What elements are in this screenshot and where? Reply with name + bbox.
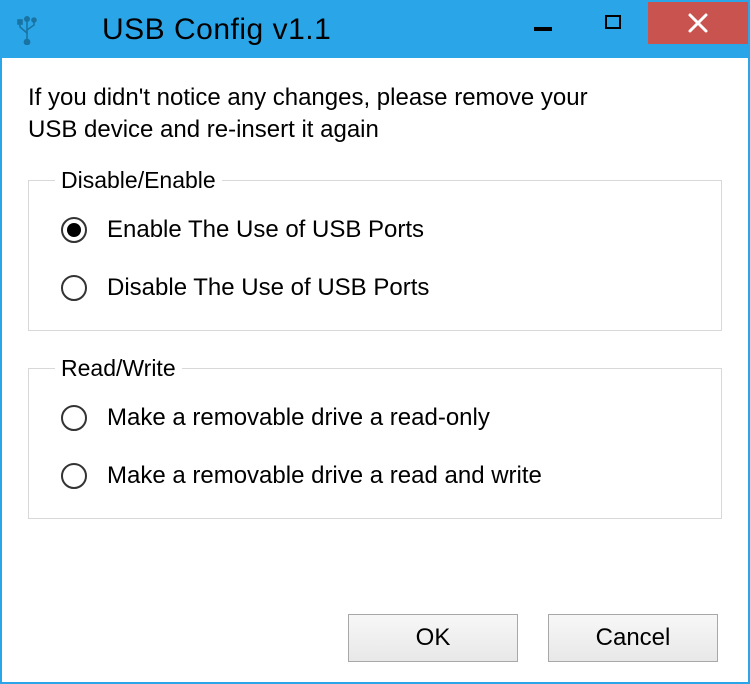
radio-read-write[interactable]: Make a removable drive a read and write — [47, 452, 703, 500]
window-title: USB Config v1.1 — [102, 13, 331, 47]
group-read-write-legend: Read/Write — [55, 355, 182, 382]
group-disable-enable: Disable/Enable Enable The Use of USB Por… — [28, 167, 722, 331]
radio-label: Enable The Use of USB Ports — [107, 216, 424, 244]
radio-label: Disable The Use of USB Ports — [107, 274, 429, 302]
radio-icon — [61, 405, 87, 431]
cancel-button[interactable]: Cancel — [548, 614, 718, 662]
window-controls — [508, 2, 748, 42]
info-text: If you didn't notice any changes, please… — [28, 82, 638, 147]
client-area: If you didn't notice any changes, please… — [2, 58, 748, 682]
maximize-icon — [605, 15, 621, 29]
dialog-buttons: OK Cancel — [28, 614, 722, 662]
radio-icon — [61, 217, 87, 243]
app-window: USB Config v1.1 If you didn't notice any… — [0, 0, 750, 684]
radio-icon — [61, 275, 87, 301]
radio-enable-usb[interactable]: Enable The Use of USB Ports — [47, 206, 703, 254]
minimize-button[interactable] — [508, 2, 578, 42]
minimize-icon — [534, 27, 552, 31]
titlebar[interactable]: USB Config v1.1 — [2, 2, 748, 58]
group-read-write: Read/Write Make a removable drive a read… — [28, 355, 722, 519]
radio-read-only[interactable]: Make a removable drive a read-only — [47, 394, 703, 442]
ok-button[interactable]: OK — [348, 614, 518, 662]
maximize-button[interactable] — [578, 2, 648, 42]
radio-icon — [61, 463, 87, 489]
radio-label: Make a removable drive a read and write — [107, 462, 542, 490]
close-button[interactable] — [648, 2, 748, 44]
usb-icon — [12, 15, 42, 45]
radio-disable-usb[interactable]: Disable The Use of USB Ports — [47, 264, 703, 312]
radio-label: Make a removable drive a read-only — [107, 404, 490, 432]
close-icon — [648, 2, 748, 44]
group-disable-enable-legend: Disable/Enable — [55, 167, 222, 194]
